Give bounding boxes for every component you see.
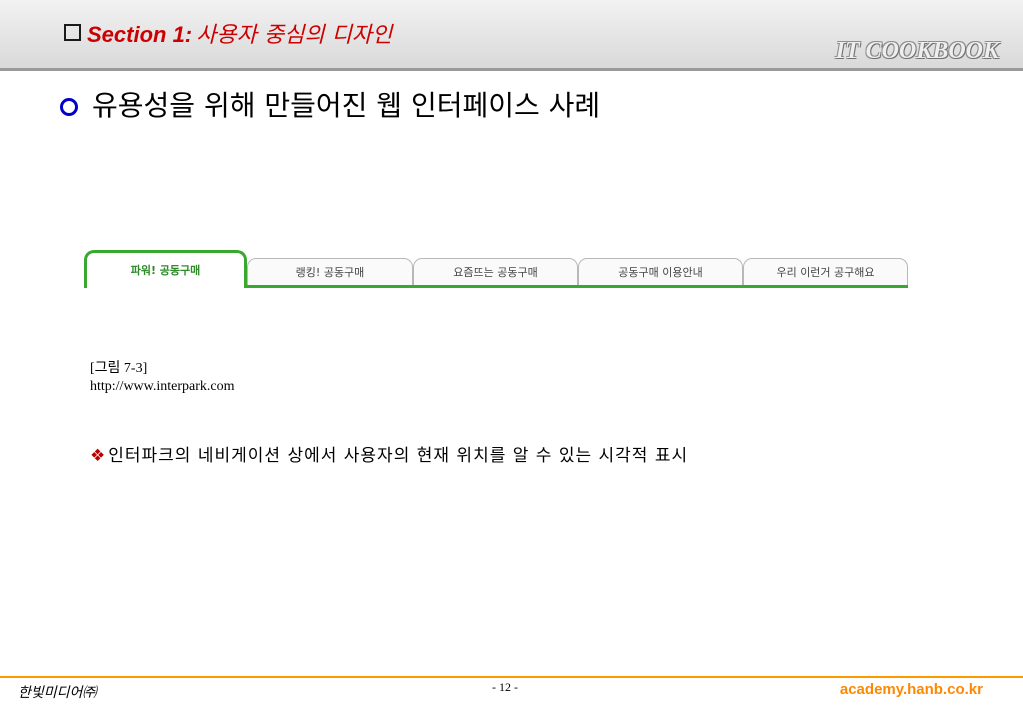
diamond-bullet-icon: ❖: [90, 446, 107, 466]
publisher-name: 한빛미디어㈜: [18, 685, 97, 701]
checkbox-square-icon: [64, 24, 81, 41]
header-divider: [0, 68, 1023, 71]
page-heading: 유용성을 위해 만들어진 웹 인터페이스 사례: [60, 86, 600, 126]
description: ❖ 인터파크의 네비게이션 상에서 사용자의 현재 위치를 알 수 있는 시각적 …: [90, 444, 820, 468]
section-title: Section 1: 사용자 중심의 디자인: [64, 20, 392, 50]
section-subtitle: 사용자 중심의 디자인: [196, 23, 393, 48]
footer-divider: [0, 676, 1023, 678]
tab-request-group-buy[interactable]: 우리 이런거 공구해요: [743, 258, 908, 285]
page-number: - 12 -: [492, 680, 518, 694]
tab-trending-group-buy[interactable]: 요즘뜨는 공동구매: [413, 258, 578, 285]
page-heading-text: 유용성을 위해 만들어진 웹 인터페이스 사례: [92, 89, 601, 122]
tab-group-buy-guide[interactable]: 공동구매 이용안내: [578, 258, 743, 285]
brand-logo: IT COOKBOOK: [835, 38, 999, 64]
tab-power-group-buy[interactable]: 파워! 공동구매: [84, 250, 247, 288]
circle-bullet-icon: [60, 98, 78, 116]
figure-caption: [그림 7-3] http://www.interpark.com: [90, 360, 235, 396]
tab-bar: 파워! 공동구매 랭킹! 공동구매 요즘뜨는 공동구매 공동구매 이용안내 우리…: [84, 250, 908, 288]
figure-number: [그림 7-3]: [90, 361, 148, 376]
section-label: Section 1:: [87, 22, 193, 47]
figure-url: http://www.interpark.com: [90, 379, 235, 394]
description-text: 인터파크의 네비게이션 상에서 사용자의 현재 위치를 알 수 있는 시각적 표…: [108, 446, 689, 466]
website-link[interactable]: academy.hanb.co.kr: [840, 681, 983, 698]
tab-ranking-group-buy[interactable]: 랭킹! 공동구매: [247, 258, 413, 285]
